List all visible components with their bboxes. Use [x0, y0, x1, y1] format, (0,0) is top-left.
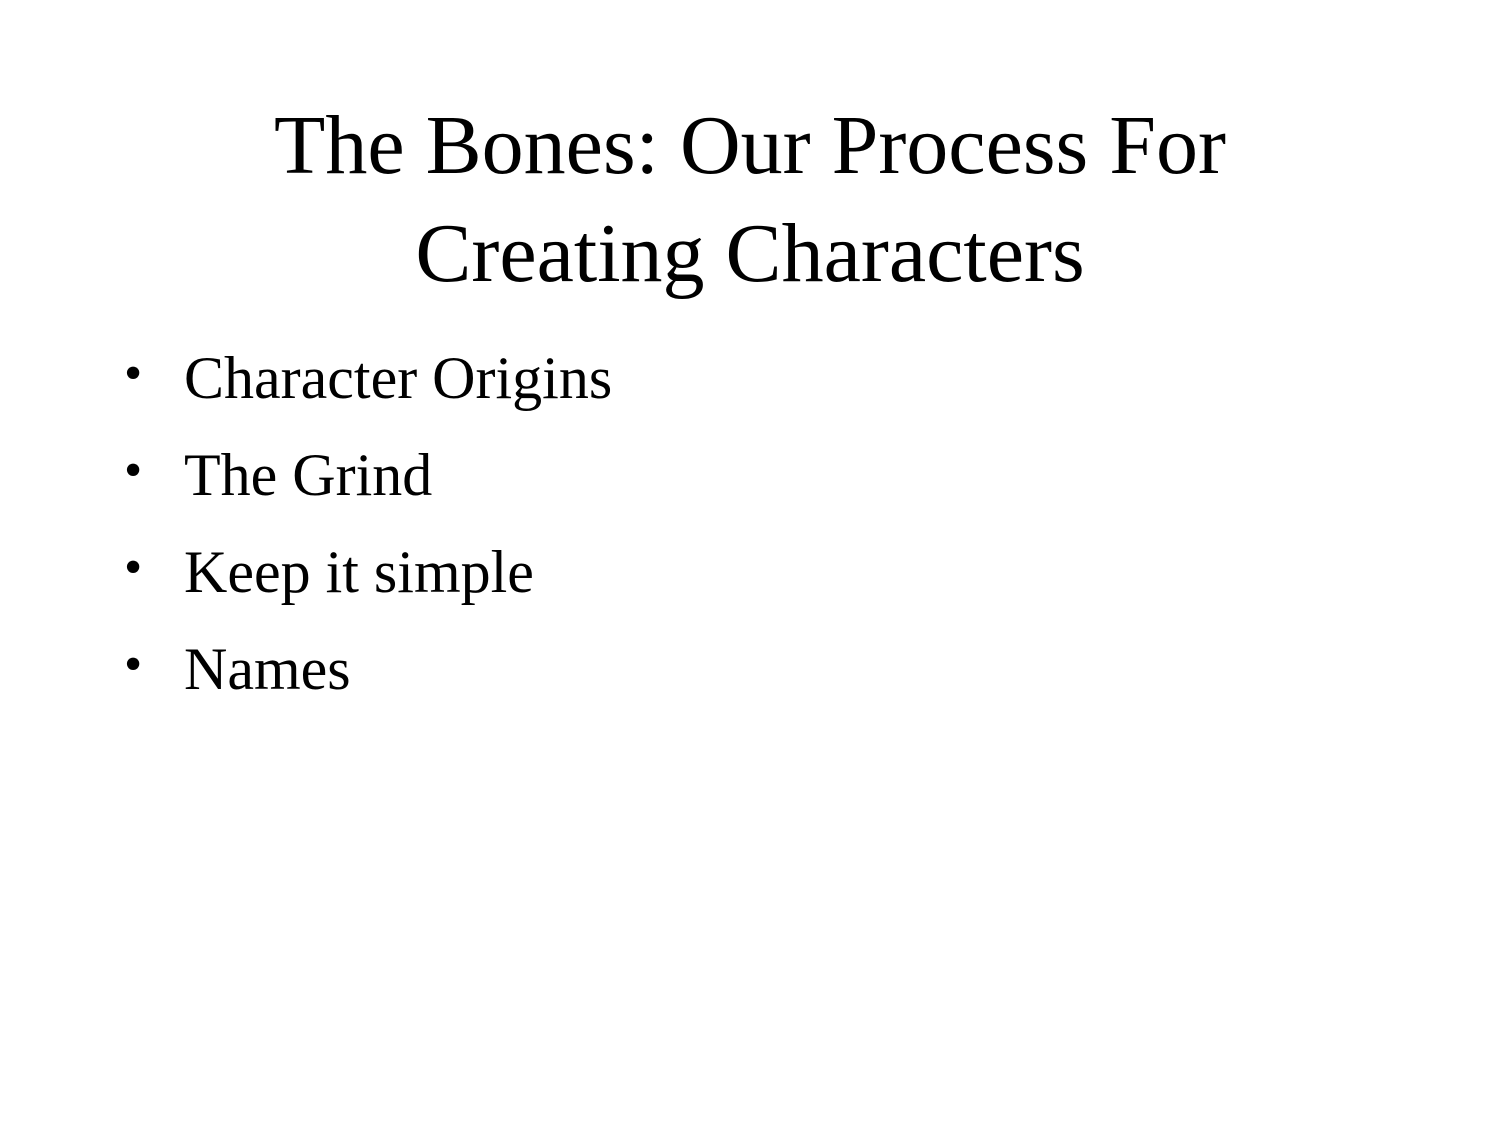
bullet-icon: •	[124, 442, 143, 499]
bullet-item-keep-it-simple: • Keep it simple	[120, 532, 1320, 629]
bullet-list: • Character Origins • The Grind • Keep i…	[120, 338, 1320, 726]
bullet-item-the-grind: • The Grind	[120, 435, 1320, 532]
bullet-icon: •	[124, 636, 143, 693]
bullet-text: Character Origins	[184, 345, 613, 411]
bullet-text: Names	[184, 636, 351, 702]
slide-title: The Bones: Our Process For Creating Char…	[100, 92, 1400, 308]
bullet-text: Keep it simple	[184, 539, 534, 605]
slide-title-line-2: Creating Characters	[415, 207, 1085, 300]
bullet-icon: •	[124, 345, 143, 402]
bullet-item-character-origins: • Character Origins	[120, 338, 1320, 435]
slide: The Bones: Our Process For Creating Char…	[0, 0, 1500, 1125]
bullet-text: The Grind	[184, 442, 433, 508]
slide-title-line-1: The Bones: Our Process For	[274, 99, 1226, 192]
bullet-icon: •	[124, 539, 143, 596]
bullet-item-names: • Names	[120, 629, 1320, 726]
